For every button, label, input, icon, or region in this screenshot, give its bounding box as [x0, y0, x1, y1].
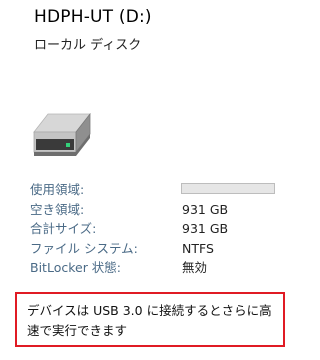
- bitlocker-row: BitLocker 状態: 無効: [30, 258, 278, 278]
- usb-speed-notice-text: デバイスは USB 3.0 に接続するとさらに高速で実行できます: [27, 303, 272, 338]
- used-space-label: 使用領域:: [30, 182, 85, 197]
- hard-drive-icon: [30, 108, 92, 166]
- free-space-label: 空き領域:: [30, 201, 85, 217]
- file-system-row: ファイル システム: NTFS: [30, 239, 278, 259]
- free-space-value: 931 GB: [182, 201, 229, 217]
- usb-speed-notice: デバイスは USB 3.0 に接続するとさらに高速で実行できます: [15, 292, 285, 347]
- usage-bar: [181, 183, 275, 194]
- bitlocker-value: 無効: [182, 260, 208, 275]
- free-space-row: 空き領域: 931 GB: [30, 200, 278, 220]
- bitlocker-label: BitLocker 状態:: [30, 260, 122, 275]
- total-size-value: 931 GB: [182, 221, 229, 236]
- used-space-row: 使用領域:: [30, 180, 278, 200]
- drive-title: HDPH-UT (D:): [34, 7, 152, 27]
- drive-led-icon: [66, 143, 70, 147]
- file-system-label: ファイル システム:: [30, 240, 138, 256]
- total-size-row: 合計サイズ: 931 GB: [30, 219, 278, 239]
- total-size-label: 合計サイズ:: [30, 221, 97, 236]
- file-system-value: NTFS: [182, 240, 214, 256]
- drive-properties: 使用領域: 空き領域: 931 GB 合計サイズ: 931 GB ファイル シス…: [30, 180, 278, 278]
- drive-type-label: ローカル ディスク: [34, 38, 142, 53]
